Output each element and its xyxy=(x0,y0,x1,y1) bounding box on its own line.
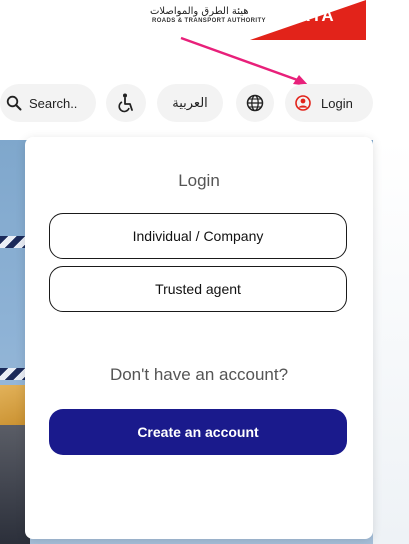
logo-mark-text: RTA xyxy=(298,6,335,25)
globe-icon xyxy=(246,94,264,112)
search-button[interactable]: Search.. xyxy=(0,84,96,122)
logo-arabic-text: هيئة الطرق والمواصلات xyxy=(150,6,249,17)
search-icon xyxy=(6,95,22,111)
create-account-button[interactable]: Create an account xyxy=(49,409,347,455)
login-popup: Login Individual / Company Trusted agent… xyxy=(25,137,373,539)
individual-company-button[interactable]: Individual / Company xyxy=(49,213,347,259)
user-icon xyxy=(295,95,311,111)
no-account-text: Don't have an account? xyxy=(109,365,289,384)
accessibility-icon xyxy=(118,93,133,113)
login-label: Login xyxy=(321,95,353,111)
trusted-agent-button[interactable]: Trusted agent xyxy=(49,266,347,312)
site-header: هيئة الطرق والمواصلات ROADS & TRANSPORT … xyxy=(0,0,409,140)
login-popup-title: Login xyxy=(178,171,220,190)
language-arabic-button[interactable]: العربية xyxy=(157,84,223,122)
login-button[interactable]: Login xyxy=(285,84,373,122)
accessibility-button[interactable] xyxy=(106,84,146,122)
globe-button[interactable] xyxy=(236,84,274,122)
search-label: Search.. xyxy=(29,95,78,111)
